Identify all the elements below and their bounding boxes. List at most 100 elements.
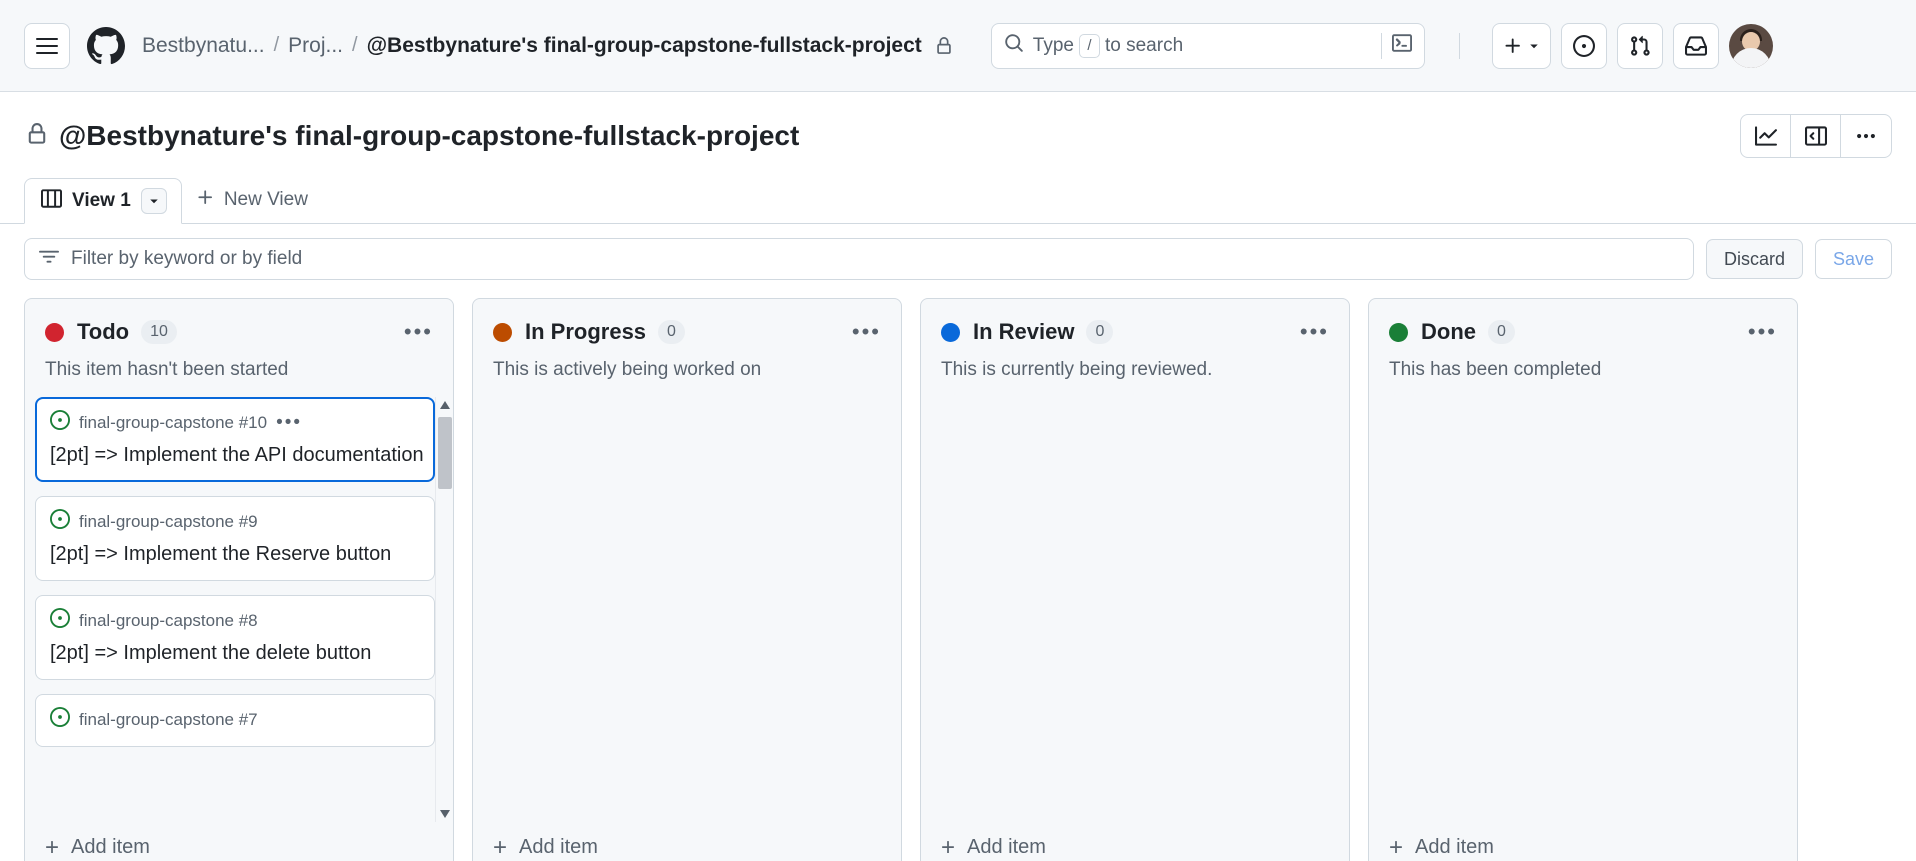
card-repo-ref: final-group-capstone #7 bbox=[79, 709, 258, 729]
terminal-icon[interactable] bbox=[1391, 33, 1412, 58]
scrollbar-thumb[interactable] bbox=[438, 417, 452, 489]
board-column: Done 0 ••• This has been completed + Add item bbox=[1368, 298, 1798, 861]
scroll-up-arrow-icon[interactable] bbox=[439, 397, 450, 413]
tab-view-1[interactable]: View 1 bbox=[24, 178, 182, 224]
toggle-sidebar-button[interactable] bbox=[1791, 115, 1841, 157]
board-view-icon bbox=[41, 188, 62, 215]
scrollbar-track[interactable] bbox=[436, 413, 453, 806]
add-item-button[interactable]: + Add item bbox=[1369, 822, 1797, 861]
column-description: This has been completed bbox=[1389, 359, 1602, 380]
plus-icon: + bbox=[941, 833, 956, 861]
filter-input[interactable]: Filter by keyword or by field bbox=[24, 238, 1694, 280]
divider bbox=[1380, 32, 1382, 59]
kebab-icon bbox=[1857, 133, 1875, 139]
column-status-dot bbox=[45, 322, 64, 342]
column-description: This is currently being reviewed. bbox=[941, 359, 1213, 380]
card-menu-button[interactable]: ••• bbox=[276, 413, 302, 432]
project-menu-button[interactable] bbox=[1841, 115, 1891, 157]
create-new-button[interactable] bbox=[1491, 22, 1551, 69]
add-item-label: Add item bbox=[1415, 836, 1494, 858]
search-input[interactable]: Type / to search bbox=[990, 22, 1425, 69]
column-body: final-group-capstone #10 ••• [2pt] => Impl… bbox=[25, 397, 453, 822]
column-title: In Progress bbox=[525, 319, 647, 344]
add-item-label: Add item bbox=[71, 836, 150, 858]
plus-icon: + bbox=[1389, 833, 1404, 861]
breadcrumb-owner[interactable]: Bestbynatu... bbox=[142, 34, 265, 58]
plus-icon bbox=[1505, 38, 1520, 53]
add-item-button[interactable]: + Add item bbox=[473, 822, 901, 861]
github-logo-icon[interactable] bbox=[86, 26, 126, 66]
breadcrumb-separator: / bbox=[352, 34, 358, 56]
insights-button[interactable] bbox=[1741, 115, 1791, 157]
search-placeholder: Type / to search bbox=[1032, 33, 1184, 58]
notifications-button[interactable] bbox=[1672, 22, 1719, 69]
column-description: This is actively being worked on bbox=[493, 359, 762, 380]
column-header: Todo 10 ••• This item hasn't been started bbox=[25, 299, 453, 381]
breadcrumb-separator: / bbox=[273, 34, 280, 56]
card-title: [2pt] => Implement the API documentation bbox=[50, 444, 424, 466]
filter-placeholder: Filter by keyword or by field bbox=[71, 248, 303, 269]
breadcrumb: Bestbynatu... / Proj... / @Bestbynature'… bbox=[142, 34, 953, 58]
issues-button[interactable] bbox=[1560, 22, 1607, 69]
filter-row: Filter by keyword or by field Discard Sa… bbox=[0, 224, 1916, 292]
avatar[interactable] bbox=[1728, 23, 1773, 68]
breadcrumb-section[interactable]: Proj... bbox=[288, 34, 343, 58]
add-item-label: Add item bbox=[519, 836, 598, 858]
plus-icon bbox=[196, 188, 215, 213]
tab-label: View 1 bbox=[72, 190, 131, 211]
column-body bbox=[473, 397, 901, 822]
scroll-down-arrow-icon[interactable] bbox=[439, 806, 450, 822]
column-scrollbar[interactable] bbox=[435, 397, 453, 822]
column-menu-button[interactable]: ••• bbox=[404, 321, 433, 343]
discard-button[interactable]: Discard bbox=[1705, 239, 1803, 279]
issue-opened-icon bbox=[50, 608, 70, 633]
column-status-dot bbox=[493, 322, 512, 342]
chevron-down-icon bbox=[150, 199, 158, 204]
issue-opened-icon bbox=[50, 707, 70, 732]
column-count-badge: 0 bbox=[1086, 320, 1114, 344]
card-meta: final-group-capstone #10 ••• bbox=[50, 410, 420, 435]
column-menu-button[interactable]: ••• bbox=[1300, 321, 1329, 343]
board-column: In Review 0 ••• This is currently being rev… bbox=[920, 298, 1350, 861]
board-card[interactable]: final-group-capstone #8 [2pt] => Implemen… bbox=[35, 595, 435, 680]
column-title: In Review bbox=[973, 319, 1075, 344]
new-view-button[interactable]: New View bbox=[182, 177, 322, 223]
new-view-label: New View bbox=[223, 189, 308, 210]
card-title: [2pt] => Implement the delete button bbox=[50, 642, 372, 664]
board-card[interactable]: final-group-capstone #9 [2pt] => Implemen… bbox=[35, 496, 435, 581]
card-list: final-group-capstone #10 ••• [2pt] => Impl… bbox=[35, 397, 451, 747]
add-item-label: Add item bbox=[967, 836, 1046, 858]
card-repo-ref: final-group-capstone #9 bbox=[79, 511, 258, 531]
add-item-button[interactable]: + Add item bbox=[921, 822, 1349, 861]
page-title: @Bestbynature's final-group-capstone-ful… bbox=[26, 120, 799, 152]
lock-icon bbox=[26, 120, 48, 152]
add-item-button[interactable]: + Add item bbox=[25, 822, 453, 861]
board-column: In Progress 0 ••• This is actively being wo… bbox=[472, 298, 902, 861]
column-count-badge: 0 bbox=[658, 320, 685, 344]
lock-icon bbox=[935, 36, 953, 55]
column-body bbox=[921, 397, 1349, 822]
page-title-row: @Bestbynature's final-group-capstone-ful… bbox=[0, 92, 1916, 158]
column-menu-button[interactable]: ••• bbox=[852, 321, 881, 343]
project-board: Todo 10 ••• This item hasn't been started fi… bbox=[0, 292, 1916, 861]
column-header: In Progress 0 ••• This is actively being wo… bbox=[473, 299, 901, 381]
page-actions bbox=[1740, 114, 1892, 158]
tab-menu-caret[interactable] bbox=[140, 188, 167, 214]
column-header: In Review 0 ••• This is currently being rev… bbox=[921, 299, 1349, 381]
pull-requests-button[interactable] bbox=[1616, 22, 1663, 69]
board-card[interactable]: final-group-capstone #7 bbox=[35, 694, 435, 747]
issue-opened-icon bbox=[1572, 34, 1595, 57]
column-status-dot bbox=[1389, 322, 1408, 342]
breadcrumb-current[interactable]: @Bestbynature's final-group-capstone-ful… bbox=[367, 34, 922, 58]
inbox-icon bbox=[1684, 35, 1707, 56]
plus-icon: + bbox=[493, 833, 508, 861]
save-button[interactable]: Save bbox=[1814, 239, 1892, 279]
search-icon bbox=[1004, 33, 1024, 58]
hamburger-icon[interactable] bbox=[24, 22, 70, 69]
graph-icon bbox=[1754, 126, 1777, 146]
card-title: [2pt] => Implement the Reserve button bbox=[50, 543, 392, 565]
card-meta: final-group-capstone #9 bbox=[50, 509, 420, 534]
sidebar-expand-icon bbox=[1804, 126, 1827, 146]
board-card[interactable]: final-group-capstone #10 ••• [2pt] => Impl… bbox=[35, 397, 435, 482]
column-menu-button[interactable]: ••• bbox=[1748, 321, 1777, 343]
